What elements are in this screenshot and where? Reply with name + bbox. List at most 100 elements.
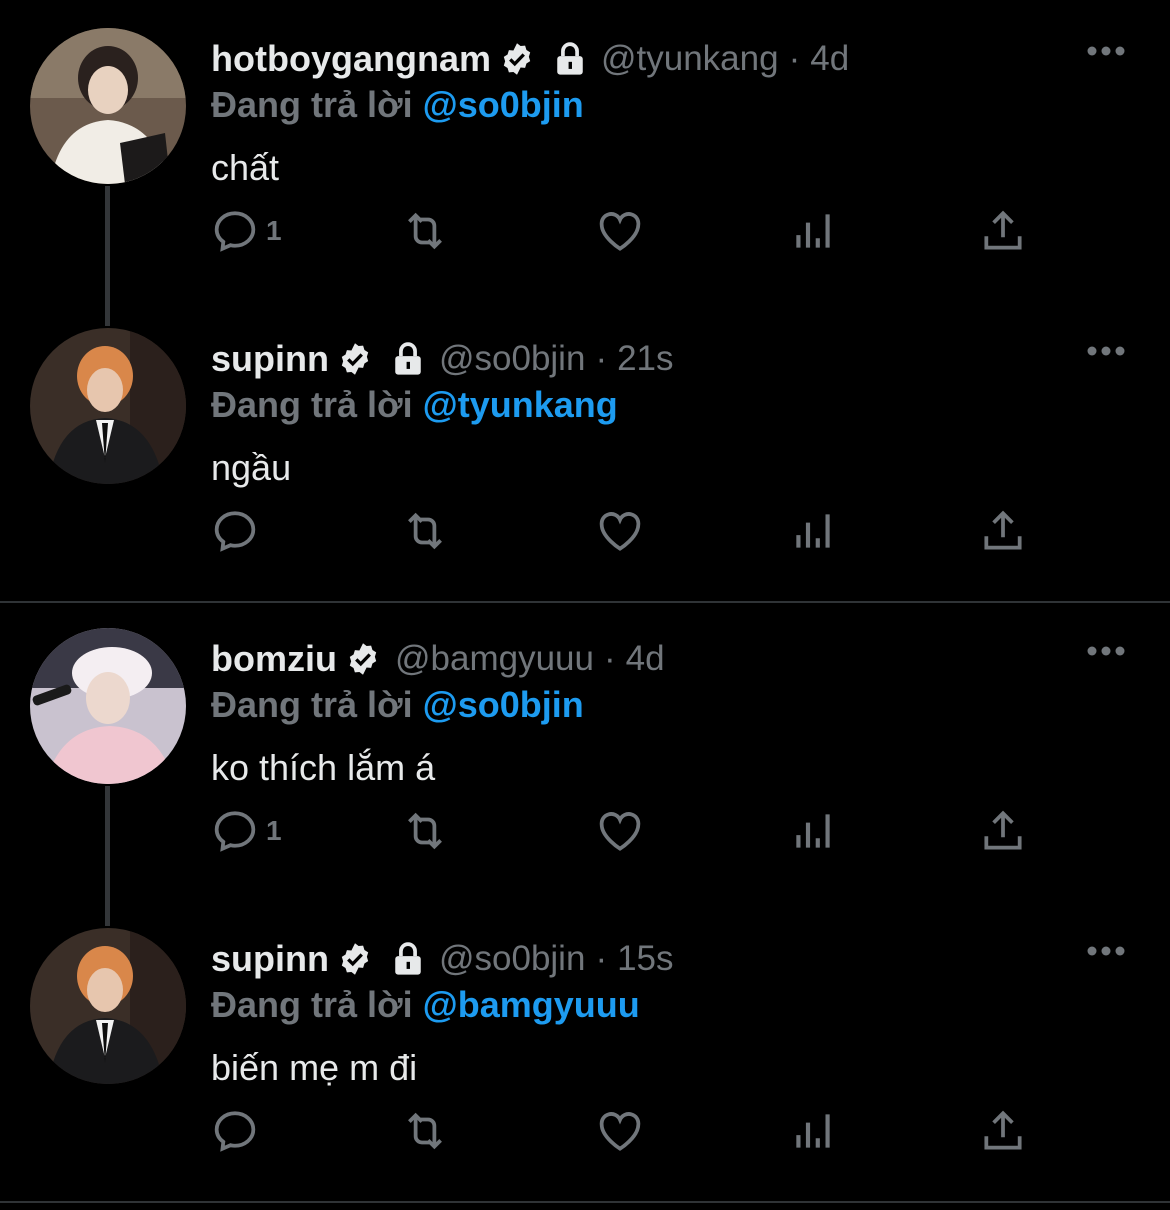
replying-to: Đang trả lời @bamgyuuu [211,984,640,1026]
reply-icon [214,211,256,252]
replying-to: Đang trả lời @tyunkang [211,384,618,426]
views-icon [796,514,830,548]
handle[interactable]: @so0bjin [439,339,585,379]
views-button[interactable] [788,803,838,859]
more-icon[interactable] [1086,945,1126,957]
retweet-button[interactable] [400,1103,450,1159]
action-bar: 1 [210,803,1040,859]
share-button[interactable] [978,803,1028,859]
like-button[interactable] [595,1103,645,1159]
action-bar [210,1103,1040,1159]
views-button[interactable] [788,203,838,259]
tweet-text: ngầu [211,447,292,488]
display-name[interactable]: bomziu [211,638,337,680]
reply-button[interactable] [210,503,266,559]
action-bar [210,503,1040,559]
reply-button[interactable] [210,1103,266,1159]
share-icon [984,810,1022,850]
timestamp[interactable]: 4d [810,39,849,79]
timestamp[interactable]: 21s [617,339,673,379]
mention-link[interactable]: @bamgyuuu [423,984,640,1025]
display-name[interactable]: supinn [211,938,329,980]
reply-icon [214,511,256,552]
tweet-header: bomziu @bamgyuuu · 4d [211,634,665,684]
verified-badge-icon [503,43,531,75]
share-button[interactable] [978,503,1028,559]
separator-dot: · [595,339,608,378]
tweet-header: supinn @so0bjin · 21s [211,334,674,384]
more-icon[interactable] [1086,45,1126,57]
replying-to-label: Đang trả lời [211,384,413,425]
share-button[interactable] [978,203,1028,259]
like-button[interactable] [595,203,645,259]
retweet-icon [408,1112,442,1150]
views-icon [796,814,830,848]
tweet[interactable]: bomziu @bamgyuuu · 4d Đang trả lời @so0b… [0,600,1170,900]
replying-to: Đang trả lời @so0bjin [211,684,584,726]
verified-badge-icon [341,343,369,375]
mention-link[interactable]: @so0bjin [423,84,584,125]
like-button[interactable] [595,503,645,559]
replying-to-label: Đang trả lời [211,984,413,1025]
display-name[interactable]: supinn [211,338,329,380]
tweet-header: supinn @so0bjin · 15s [211,934,674,984]
tweet-text: ko thích lắm á [211,747,436,788]
handle[interactable]: @so0bjin [439,939,585,979]
display-name[interactable]: hotboygangnam [211,38,491,80]
replying-to: Đang trả lời @so0bjin [211,84,584,126]
retweet-button[interactable] [400,203,450,259]
like-button[interactable] [595,803,645,859]
retweet-button[interactable] [400,803,450,859]
tweet-text: biến mẹ m đi [211,1047,418,1088]
views-icon [796,1114,830,1148]
reply-button[interactable]: 1 [210,203,282,259]
retweet-button[interactable] [400,503,450,559]
share-icon [984,510,1022,550]
reply-button[interactable]: 1 [210,803,282,859]
mention-link[interactable]: @tyunkang [423,384,618,425]
reply-icon [214,811,256,852]
heart-icon [599,812,641,851]
more-icon[interactable] [1086,345,1126,357]
lock-icon [557,42,583,75]
replying-to-label: Đang trả lời [211,684,413,725]
lock-icon [395,942,421,975]
more-icon[interactable] [1086,645,1126,657]
heart-icon [599,512,641,551]
handle[interactable]: @tyunkang [601,39,779,79]
tweet[interactable]: supinn @so0bjin · 21s Đang trả lời @tyun… [0,300,1170,600]
heart-icon [599,212,641,251]
views-icon [796,214,830,248]
reply-icon [214,1111,256,1152]
avatar[interactable] [30,928,186,1084]
separator-dot: · [595,939,608,978]
tweet-text: chất [211,147,280,188]
timestamp[interactable]: 4d [626,639,665,679]
reply-count: 1 [266,815,282,846]
avatar[interactable] [30,628,186,784]
share-button[interactable] [978,1103,1028,1159]
verified-badge-icon [349,643,377,675]
separator-dot: · [788,39,801,78]
retweet-icon [408,212,442,250]
lock-icon [395,342,421,375]
avatar[interactable] [30,328,186,484]
action-bar: 1 [210,203,1040,259]
reply-count: 1 [266,215,282,246]
share-icon [984,1110,1022,1150]
thread-divider [0,1201,1170,1203]
replying-to-label: Đang trả lời [211,84,413,125]
views-button[interactable] [788,1103,838,1159]
retweet-icon [408,512,442,550]
timestamp[interactable]: 15s [617,939,673,979]
handle[interactable]: @bamgyuuu [395,639,594,679]
tweet[interactable]: hotboygangnam @tyunkang · 4d Đang trả lờ… [0,0,1170,300]
views-button[interactable] [788,503,838,559]
mention-link[interactable]: @so0bjin [423,684,584,725]
separator-dot: · [603,639,616,678]
avatar[interactable] [30,28,186,184]
heart-icon [599,1112,641,1151]
tweet[interactable]: supinn @so0bjin · 15s Đang trả lời @bamg… [0,900,1170,1200]
tweet-header: hotboygangnam @tyunkang · 4d [211,34,849,84]
retweet-icon [408,812,442,850]
